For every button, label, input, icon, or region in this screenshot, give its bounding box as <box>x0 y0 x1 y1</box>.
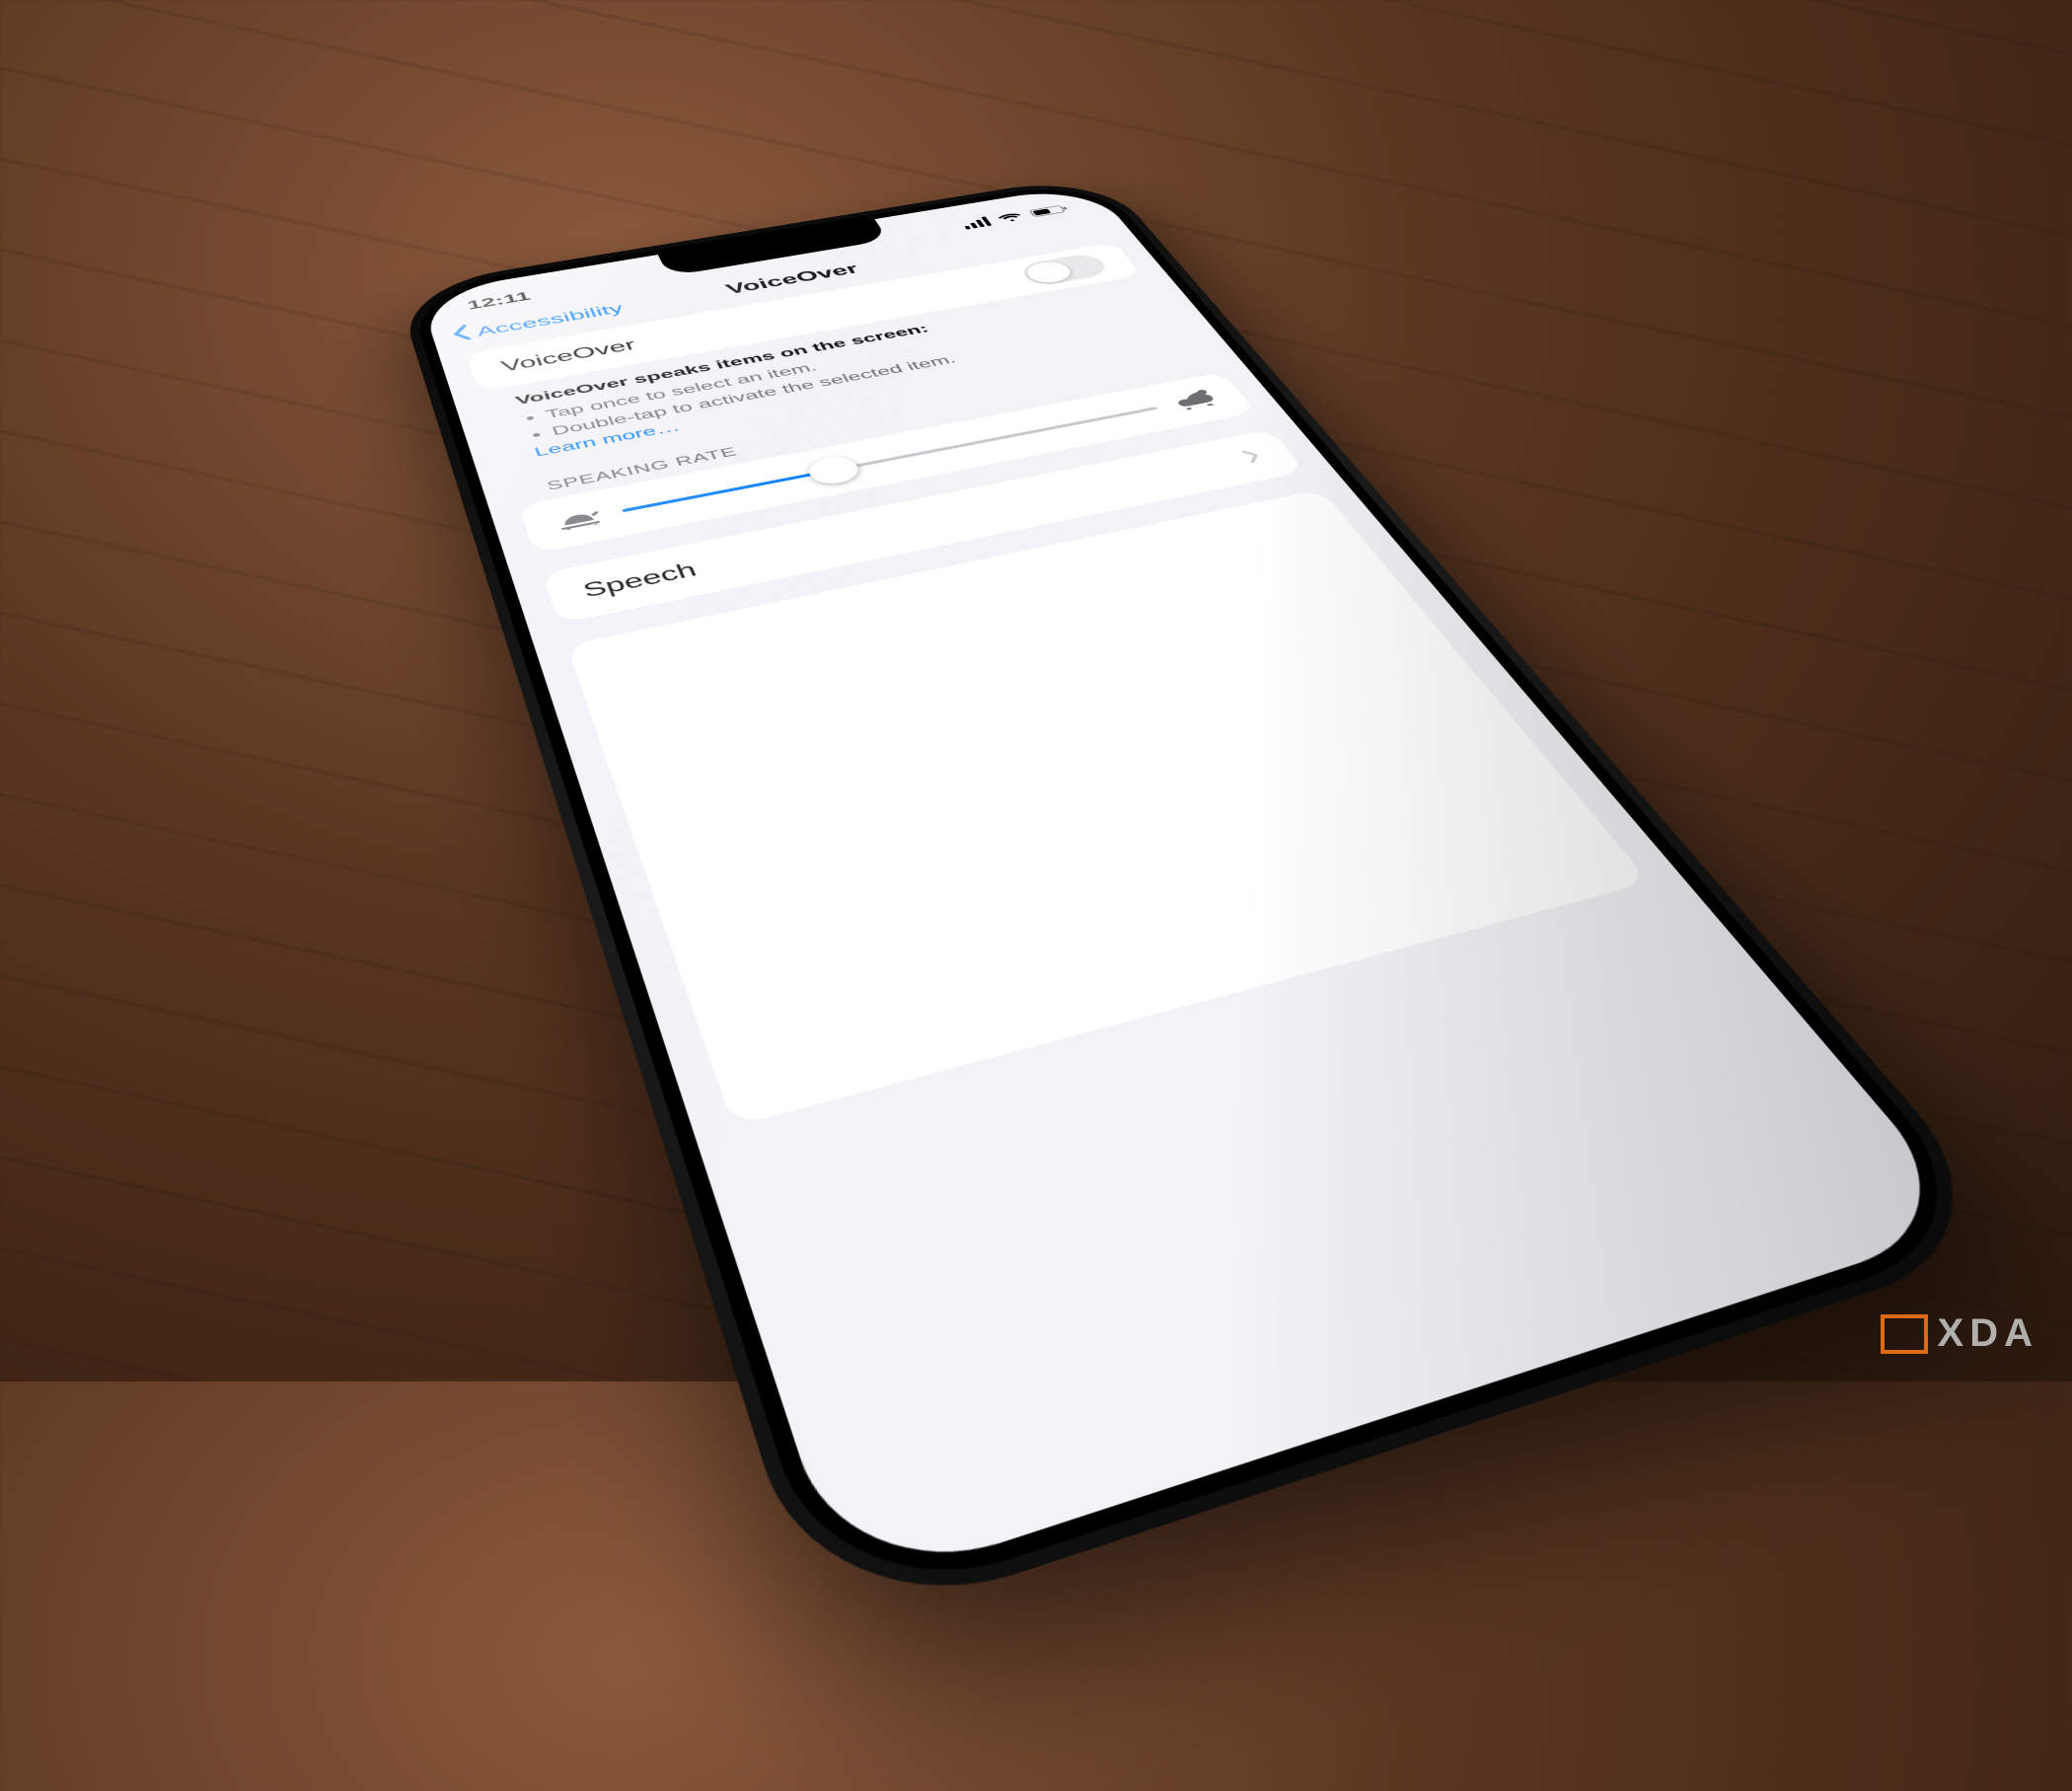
wifi-icon <box>996 211 1025 223</box>
phone-body: 12:11 <box>396 174 2028 1640</box>
tortoise-icon <box>554 504 604 534</box>
toggle-knob <box>1021 260 1076 285</box>
chevron-right-icon <box>1240 448 1266 465</box>
phone-screen: 12:11 <box>418 184 1978 1594</box>
slider-thumb[interactable] <box>803 453 863 486</box>
chevron-left-icon <box>448 324 476 345</box>
content: VoiceOver VoiceOver speaks items on the … <box>440 239 1680 1138</box>
photo-stage: 12:11 <box>0 0 2072 1381</box>
iphone-device: 12:11 <box>396 174 2028 1640</box>
speech-label: Speech <box>580 559 701 602</box>
hare-icon <box>1170 388 1221 413</box>
